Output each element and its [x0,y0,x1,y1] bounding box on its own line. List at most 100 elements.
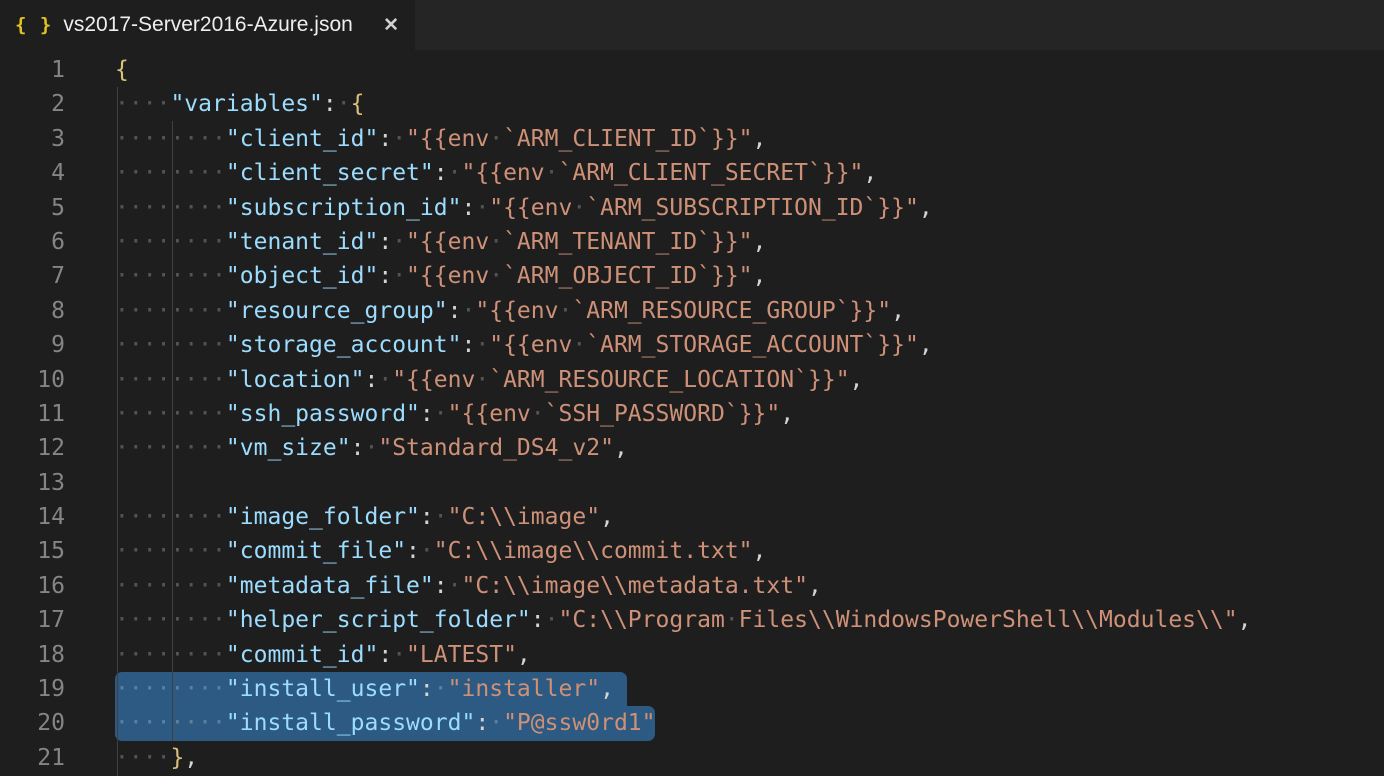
line-number[interactable]: 11 [0,397,68,431]
whitespace-dot: · [170,229,184,255]
code-token-punct: , [863,160,877,186]
line-number[interactable]: 3 [0,122,68,156]
code-line[interactable]: ····}, [115,741,1384,775]
code-token-punct: :· [434,573,462,599]
code-token-ws: ········ [115,607,226,633]
line-number[interactable]: 14 [0,500,68,534]
line-number[interactable]: 8 [0,294,68,328]
whitespace-dot: · [129,298,143,324]
code-token-punct: , [600,676,614,702]
line-number[interactable]: 17 [0,603,68,637]
editor-row: 8········"resource_group":·"{{env·`ARM_R… [0,294,1384,328]
whitespace-dot: · [157,538,171,564]
code-token-str: "{{env·`SSH_PASSWORD`}}" [448,401,781,427]
code-line[interactable]: ········"metadata_file":·"C:\\image\\met… [115,569,1384,603]
whitespace-dot: · [198,195,212,221]
whitespace-dot: · [143,710,157,736]
whitespace-dot: · [545,607,559,633]
whitespace-dot: · [212,538,226,564]
whitespace-dot: · [198,435,212,461]
tab-vs2017-server2016-azure-json[interactable]: { } vs2017-Server2016-Azure.json ✕ [0,0,415,50]
code-token-ws: ········ [115,229,226,255]
line-number[interactable]: 18 [0,638,68,672]
code-line[interactable]: ········"ssh_password":·"{{env·`SSH_PASS… [115,397,1384,431]
whitespace-dot: · [143,538,157,564]
editor-row: 2 ····"variables":·{ [0,87,1384,121]
editor-row: 4 ········"client_secret":·"{{env·`ARM_CL… [0,156,1384,190]
line-number[interactable]: 6 [0,225,68,259]
whitespace-dot: · [198,607,212,633]
line-number[interactable]: 5 [0,191,68,225]
line-number[interactable]: 13 [0,466,68,500]
line-number[interactable]: 7 [0,259,68,293]
code-line[interactable]: ········"resource_group":·"{{env·`ARM_RE… [115,294,1384,328]
line-number[interactable]: 12 [0,431,68,465]
whitespace-dot: · [157,676,171,702]
code-line[interactable]: ········"subscription_id":·"{{env·`ARM_S… [115,191,1384,225]
whitespace-dot: · [115,160,129,186]
code-line[interactable]: ········"object_id":·"{{env·`ARM_OBJECT_… [115,259,1384,293]
whitespace-dot: · [129,607,143,633]
code-line[interactable]: ········"storage_account":·"{{env·`ARM_S… [115,328,1384,362]
code-line[interactable]: ········"tenant_id":·"{{env·`ARM_TENANT_… [115,225,1384,259]
editor-row: 16 ········"metadata_file":·"C:\\image\\m… [0,569,1384,603]
code-token-punct: , [780,401,794,427]
code-line[interactable]: ········"location":·"{{env·`ARM_RESOURCE… [115,363,1384,397]
whitespace-dot: · [184,298,198,324]
whitespace-dot: · [129,676,143,702]
code-line[interactable]: ········"helper_script_folder":·"C:\\Pro… [115,603,1384,637]
code-token-punct: , [753,229,767,255]
editor-row: 14········"image_folder":·"C:\\image", [0,500,1384,534]
code-line[interactable]: ········"commit_id":·"LATEST", [115,638,1384,672]
whitespace-dot: · [129,367,143,393]
whitespace-dot: · [143,367,157,393]
whitespace-dot: · [212,676,226,702]
code-line[interactable]: ········"client_secret":·"{{env·`ARM_CLI… [115,156,1384,190]
whitespace-dot: · [198,160,212,186]
code-token-punct: :· [406,538,434,564]
whitespace-dot: · [143,195,157,221]
whitespace-dot: · [184,263,198,289]
close-icon[interactable]: ✕ [381,14,401,37]
code-token-key: "variables" [170,91,322,117]
whitespace-dot: · [434,504,448,530]
whitespace-dot: · [184,229,198,255]
line-number[interactable]: 20 [0,706,68,740]
code-line[interactable]: ········"vm_size":·"Standard_DS4_v2", [115,431,1384,465]
code-token-ws: ········ [115,298,226,324]
code-token-key: "subscription_id" [226,195,462,221]
code-token-punct: , [919,195,933,221]
whitespace-dot: · [572,195,586,221]
code-line[interactable]: { [115,53,1384,87]
code-line[interactable]: ········"install_user":·"installer", [115,672,1384,706]
line-number[interactable]: 1 [0,53,68,87]
whitespace-dot: · [129,332,143,358]
whitespace-dot: · [115,298,129,324]
code-token-punct: :· [434,160,462,186]
line-number[interactable]: 2 [0,87,68,121]
code-line[interactable]: ········"image_folder":·"C:\\image", [115,500,1384,534]
code-line[interactable]: ········"client_id":·"{{env·`ARM_CLIENT_… [115,122,1384,156]
whitespace-dot: · [157,401,171,427]
line-number[interactable]: 15 [0,534,68,568]
code-token-punct: , [891,298,905,324]
line-number[interactable]: 16 [0,569,68,603]
line-number[interactable]: 10 [0,363,68,397]
code-token-key: "resource_group" [226,298,448,324]
line-number[interactable]: 19 [0,672,68,706]
code-token-str: "C:\\image\\metadata.txt" [461,573,807,599]
code-line[interactable] [115,466,1384,500]
code-token-ws: ········ [115,642,226,668]
code-token-punct: , [517,642,531,668]
line-number[interactable]: 9 [0,328,68,362]
line-number[interactable]: 21 [0,741,68,775]
line-number[interactable]: 4 [0,156,68,190]
code-editor[interactable]: 1 {2 ····"variables":·{ 3 ········"client_id… [0,50,1384,775]
whitespace-dot: · [212,160,226,186]
whitespace-dot: · [170,504,184,530]
code-line[interactable]: ········"commit_file":·"C:\\image\\commi… [115,534,1384,568]
code-token-ws: ········ [115,195,226,221]
code-line[interactable]: ····"variables":·{ [115,87,1384,121]
code-line[interactable]: ········"install_password":·"P@ssw0rd1" [115,706,1384,740]
whitespace-dot: · [184,367,198,393]
